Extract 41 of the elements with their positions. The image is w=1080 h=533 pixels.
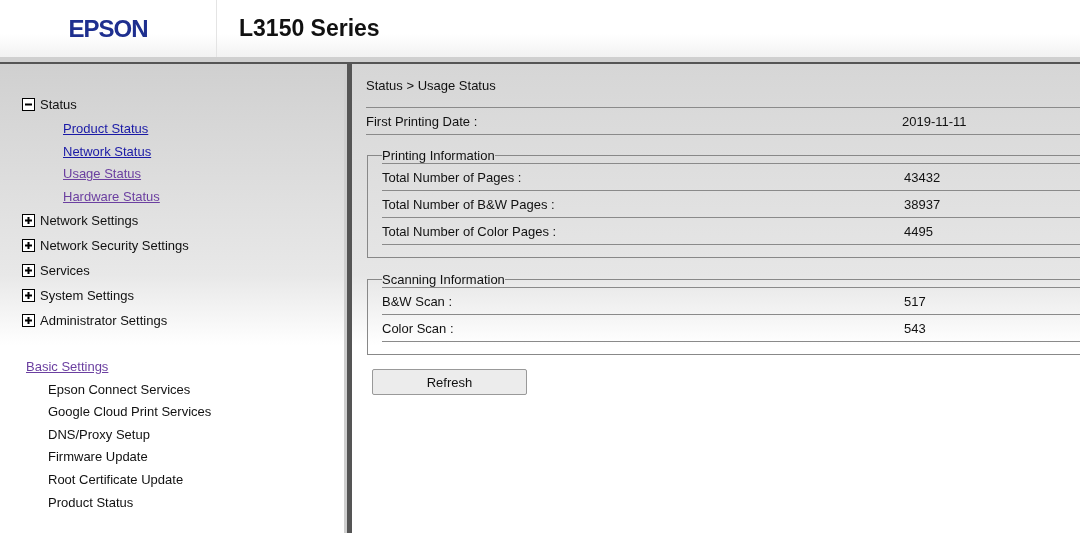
expand-icon[interactable]: [22, 238, 35, 252]
nav-link[interactable]: Hardware Status: [63, 188, 160, 204]
tree-item[interactable]: Network Settings: [40, 212, 139, 228]
field-value: 517: [904, 293, 927, 309]
nav-link[interactable]: Network Status: [63, 143, 152, 159]
menu-item[interactable]: Google Cloud Print Services: [48, 404, 212, 420]
refresh-button[interactable]: Refresh: [372, 369, 527, 395]
menu-item[interactable]: Epson Connect Services: [48, 381, 191, 397]
tree-item[interactable]: Services: [40, 262, 90, 278]
field-label: First Printing Date :: [366, 113, 479, 129]
menu-item[interactable]: Product Status: [48, 494, 134, 510]
field-label: Total Number of B&W Pages :: [382, 196, 556, 212]
field-label: Color Scan :: [382, 320, 455, 336]
nav-link[interactable]: Basic Settings: [26, 355, 347, 378]
expand-icon[interactable]: [22, 313, 35, 327]
field-value: 38937: [904, 196, 942, 212]
tree-item[interactable]: Network Security Settings: [40, 237, 189, 253]
tree-item[interactable]: Status: [40, 97, 77, 112]
field-label: B&W Scan :: [382, 293, 454, 309]
field-value: 43432: [904, 169, 942, 185]
field-value: 543: [904, 320, 927, 336]
expand-icon[interactable]: [22, 263, 35, 277]
group-legend: Printing Information: [382, 148, 495, 163]
collapse-icon[interactable]: [22, 98, 35, 111]
field-label: Total Number of Color Pages :: [382, 223, 558, 239]
nav-link[interactable]: Usage Status: [63, 166, 142, 182]
brand-logo: EPSON: [68, 14, 148, 43]
menu-item[interactable]: Firmware Update: [48, 449, 148, 465]
menu-item[interactable]: Root Certificate Update: [48, 471, 184, 487]
field-value: 4495: [904, 223, 934, 239]
breadcrumb: Status > Usage Status: [366, 78, 496, 93]
field-label: Total Number of Pages :: [382, 169, 523, 185]
expand-icon[interactable]: [22, 288, 35, 302]
page-title: L3150 Series: [239, 15, 380, 42]
expand-icon[interactable]: [22, 213, 35, 227]
group-legend: Scanning Information: [382, 272, 505, 287]
tree-item[interactable]: System Settings: [40, 287, 134, 303]
nav-link[interactable]: Product Status: [63, 120, 149, 136]
menu-item[interactable]: DNS/Proxy Setup: [48, 426, 150, 442]
tree-item[interactable]: Administrator Settings: [40, 312, 168, 328]
field-value: 2019-11-11: [902, 113, 967, 129]
